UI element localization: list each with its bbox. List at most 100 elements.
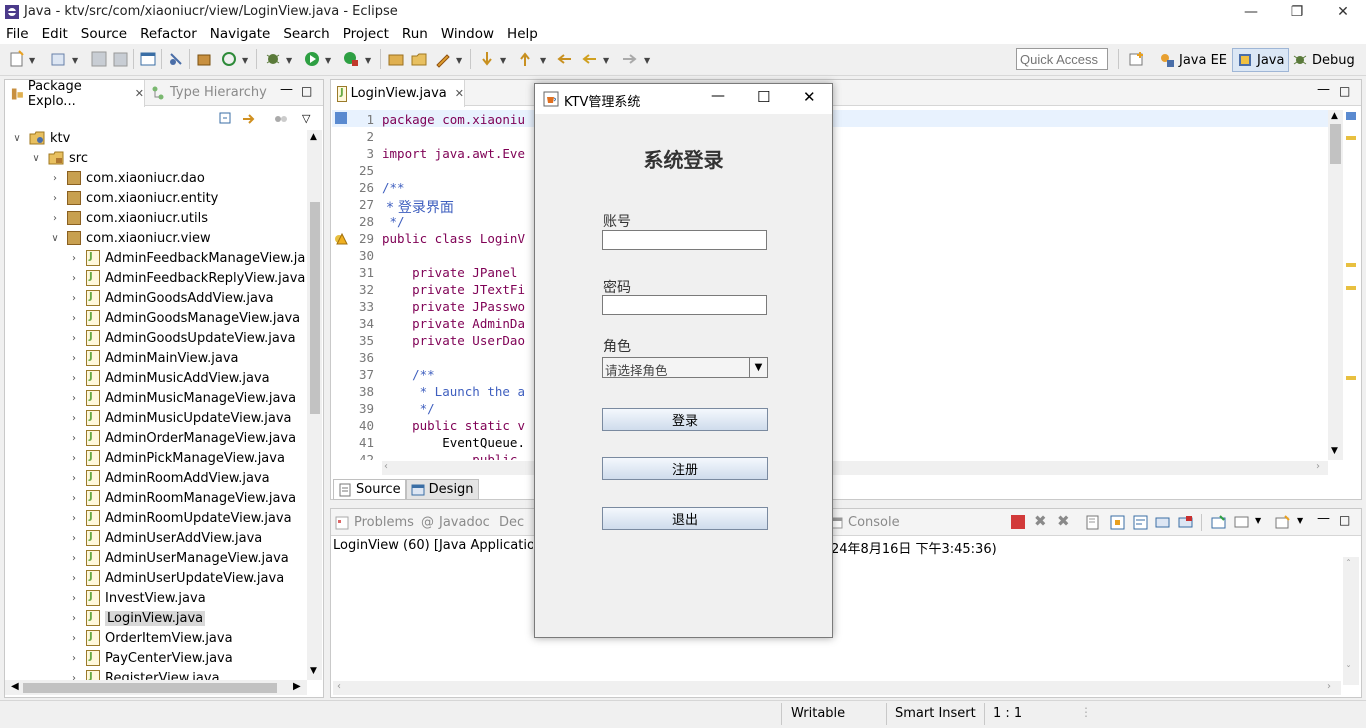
chevron-right-icon[interactable]: › bbox=[68, 473, 80, 484]
last-edit-icon[interactable] bbox=[556, 50, 574, 68]
open-perspective-icon[interactable] bbox=[1128, 50, 1146, 68]
login-button[interactable]: 登录 bbox=[602, 408, 768, 431]
menu-window[interactable]: Window bbox=[441, 26, 494, 42]
scroll-down-icon[interactable]: ˇ bbox=[1346, 665, 1351, 676]
new-console-icon[interactable] bbox=[1275, 515, 1290, 530]
view-menu-icon[interactable] bbox=[273, 111, 289, 127]
tree-project[interactable]: ∨ ktv bbox=[5, 130, 70, 148]
overview-ruler-warning[interactable] bbox=[1346, 136, 1356, 140]
pin-console-icon[interactable] bbox=[1155, 515, 1170, 530]
scroll-lock-icon[interactable] bbox=[1110, 515, 1125, 530]
chevron-right-icon[interactable]: › bbox=[68, 353, 80, 364]
chevron-right-icon[interactable]: › bbox=[68, 373, 80, 384]
terminate-icon[interactable] bbox=[1011, 515, 1025, 529]
chevron-right-icon[interactable]: › bbox=[49, 193, 61, 204]
chevron-right-icon[interactable]: › bbox=[68, 673, 80, 681]
perspective-java-ee[interactable]: Java EE bbox=[1155, 48, 1231, 72]
editor-scroll-thumb[interactable] bbox=[1330, 124, 1341, 164]
tree-file[interactable]: › AdminRoomAddView.java bbox=[5, 468, 270, 488]
menu-project[interactable]: Project bbox=[343, 26, 389, 42]
close-button[interactable]: ✕ bbox=[1320, 0, 1366, 24]
word-wrap-icon[interactable] bbox=[1133, 515, 1148, 530]
debug-icon[interactable] bbox=[264, 50, 282, 68]
display-console-icon[interactable] bbox=[1178, 515, 1193, 530]
tab-login-view[interactable]: LoginView.java ✕ bbox=[331, 80, 465, 107]
perspective-java[interactable]: Java bbox=[1232, 48, 1290, 72]
collapse-all-icon[interactable] bbox=[218, 111, 234, 127]
tree-file[interactable]: › PayCenterView.java bbox=[5, 648, 233, 668]
chevron-right-icon[interactable]: › bbox=[68, 553, 80, 564]
tree-file[interactable]: › AdminGoodsUpdateView.java bbox=[5, 328, 296, 348]
tree-file[interactable]: › AdminOrderManageView.java bbox=[5, 428, 296, 448]
chevron-right-icon[interactable]: › bbox=[68, 393, 80, 404]
tree-file[interactable]: › AdminMusicAddView.java bbox=[5, 368, 270, 388]
prev-annotation-icon[interactable] bbox=[516, 50, 534, 68]
tab-source[interactable]: Source bbox=[333, 479, 406, 500]
explorer-horizontal-scrollbar[interactable]: ◀ ▶ bbox=[5, 680, 307, 695]
chevron-down-icon[interactable]: ∨ bbox=[49, 233, 61, 244]
close-tab-icon[interactable]: ✕ bbox=[135, 87, 144, 100]
tree-file[interactable]: › AdminPickManageView.java bbox=[5, 448, 285, 468]
overview-ruler-marker[interactable] bbox=[1346, 112, 1356, 120]
maximize-view-icon[interactable]: □ bbox=[1339, 84, 1350, 98]
scroll-left-icon[interactable]: ◀ bbox=[11, 681, 19, 692]
menu-source[interactable]: Source bbox=[81, 26, 127, 42]
role-select[interactable]: 请选择角色 ▼ bbox=[602, 357, 768, 378]
maximize-view-icon[interactable]: □ bbox=[301, 84, 312, 98]
quick-access-input[interactable] bbox=[1016, 48, 1108, 70]
back-icon[interactable] bbox=[581, 50, 599, 68]
scroll-down-icon[interactable]: ▼ bbox=[1331, 446, 1338, 456]
tab-problems[interactable]: Problems bbox=[335, 515, 414, 530]
tab-javadoc[interactable]: @ Javadoc bbox=[421, 515, 490, 530]
tab-console[interactable]: Console bbox=[829, 515, 900, 530]
new-icon[interactable] bbox=[8, 50, 26, 68]
remove-launch-icon[interactable]: ✖ bbox=[1034, 512, 1047, 530]
chevron-right-icon[interactable]: › bbox=[68, 593, 80, 604]
dialog-close-button[interactable]: ✕ bbox=[803, 88, 816, 106]
menu-search[interactable]: Search bbox=[283, 26, 329, 42]
chevron-right-icon[interactable]: › bbox=[68, 273, 80, 284]
explorer-hscroll-thumb[interactable] bbox=[23, 683, 277, 693]
tab-package-explorer[interactable]: Package Explo... ✕ bbox=[5, 79, 145, 109]
next-annotation-icon[interactable] bbox=[478, 50, 496, 68]
chevron-right-icon[interactable]: › bbox=[68, 653, 80, 664]
overview-ruler-warning[interactable] bbox=[1346, 286, 1356, 290]
exit-button[interactable]: 退出 bbox=[602, 507, 768, 530]
view-dropdown-icon[interactable]: ▽ bbox=[302, 112, 310, 125]
scroll-right-icon[interactable]: ▶ bbox=[293, 681, 301, 692]
close-tab-icon[interactable]: ✕ bbox=[455, 87, 464, 100]
run-icon[interactable] bbox=[303, 50, 321, 68]
menu-refactor[interactable]: Refactor bbox=[140, 26, 197, 42]
maximize-button[interactable]: ❐ bbox=[1274, 0, 1320, 24]
tree-file[interactable]: › AdminFeedbackReplyView.java bbox=[5, 268, 305, 288]
tree-file[interactable]: › InvestView.java bbox=[5, 588, 206, 608]
chevron-right-icon[interactable]: › bbox=[68, 293, 80, 304]
menu-navigate[interactable]: Navigate bbox=[210, 26, 271, 42]
chevron-down-icon[interactable]: ∨ bbox=[30, 153, 42, 164]
new-package-icon[interactable] bbox=[387, 50, 405, 68]
skip-breakpoints-icon[interactable] bbox=[167, 50, 185, 68]
perspective-debug[interactable]: Debug bbox=[1288, 48, 1359, 72]
tree-package[interactable]: › com.xiaoniucr.dao bbox=[5, 168, 205, 188]
chevron-right-icon[interactable]: › bbox=[68, 573, 80, 584]
scroll-left-icon[interactable]: ‹ bbox=[337, 681, 341, 692]
new-wizard-icon[interactable] bbox=[50, 50, 68, 68]
chevron-right-icon[interactable]: › bbox=[68, 493, 80, 504]
save-icon[interactable] bbox=[90, 50, 108, 68]
console-menu-icon[interactable] bbox=[1234, 515, 1249, 530]
menu-edit[interactable]: Edit bbox=[42, 26, 68, 42]
save-all-icon[interactable] bbox=[111, 50, 129, 68]
external-tools-icon[interactable] bbox=[342, 50, 360, 68]
scroll-up-icon[interactable]: ▲ bbox=[1331, 111, 1338, 121]
tab-type-hierarchy[interactable]: Type Hierarchy bbox=[151, 85, 267, 100]
overview-ruler-warning[interactable] bbox=[1346, 376, 1356, 380]
console-icon[interactable] bbox=[139, 50, 157, 68]
tree-file-selected[interactable]: › LoginView.java bbox=[5, 608, 206, 628]
chevron-right-icon[interactable]: › bbox=[68, 413, 80, 424]
explorer-vertical-scrollbar[interactable]: ▲ ▼ bbox=[307, 130, 322, 680]
editor-horizontal-scrollbar[interactable]: ‹ › bbox=[382, 461, 1328, 475]
account-input[interactable] bbox=[602, 230, 767, 250]
forward-icon[interactable] bbox=[620, 50, 638, 68]
dialog-minimize-button[interactable]: — bbox=[711, 88, 725, 104]
tree-package[interactable]: ∨ com.xiaoniucr.view bbox=[5, 228, 210, 248]
